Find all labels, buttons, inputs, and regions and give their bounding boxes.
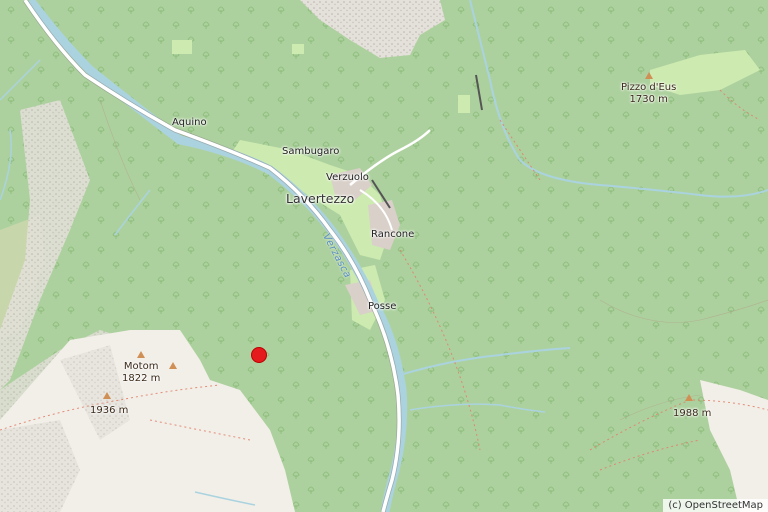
meadow-patch-2: [292, 44, 304, 54]
peak-icon-1988: [685, 394, 693, 401]
place-label-aquino: Aquino: [172, 117, 207, 128]
peak-icon-motom: [137, 351, 145, 358]
peak-label-1936: 1936 m: [90, 405, 129, 416]
peak-elevation-motom: 1822 m: [122, 372, 161, 384]
place-label-lavertezzo: Lavertezzo: [286, 191, 355, 206]
peak-label-motom: Motom 1822 m: [122, 361, 160, 384]
meadow-patch-3: [458, 95, 470, 113]
peak-icon-1936: [103, 392, 111, 399]
peak-label-1988: 1988 m: [673, 408, 712, 419]
location-marker-icon[interactable]: [251, 347, 267, 363]
map-view[interactable]: Aquino Sambugaro Verzuolo Lavertezzo Ran…: [0, 0, 768, 512]
place-label-verzuolo: Verzuolo: [326, 172, 369, 183]
place-label-sambugaro: Sambugaro: [282, 146, 340, 157]
peak-name-pizzo-deus: Pizzo d'Eus: [621, 82, 677, 93]
peak-name-motom: Motom: [123, 361, 159, 372]
peak-elevation-pizzo-deus: 1730 m: [629, 93, 668, 105]
peak-icon-pizzo-deus: [645, 72, 653, 79]
peak-label-pizzo-deus: Pizzo d'Eus 1730 m: [621, 82, 676, 105]
peak-icon-motom-secondary: [169, 362, 177, 369]
meadow-patch-1: [172, 40, 192, 54]
place-label-posse: Posse: [368, 301, 397, 312]
map-attribution[interactable]: (c) OpenStreetMap: [663, 499, 768, 512]
place-label-rancone: Rancone: [371, 229, 415, 240]
